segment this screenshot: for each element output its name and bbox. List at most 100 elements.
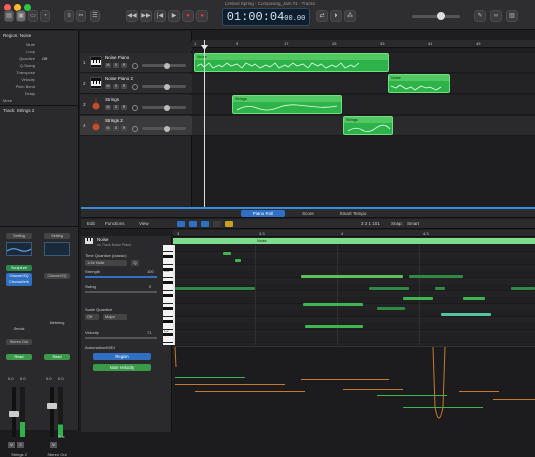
pr-snap-dropdown[interactable]: Smart xyxy=(407,221,419,226)
swing-slider[interactable] xyxy=(85,291,157,293)
inspector-row-delay[interactable]: Delay xyxy=(2,91,77,97)
velocity-value[interactable]: 71 xyxy=(147,330,151,335)
velocity-line[interactable] xyxy=(343,389,403,390)
region-automation-button[interactable]: Region xyxy=(93,353,151,360)
velocity-line[interactable] xyxy=(175,377,245,378)
track-header-strings-2[interactable]: 4 Strings 2 M S R xyxy=(80,116,192,136)
time-quantize-dropdown[interactable]: 1/16 Note xyxy=(85,260,127,266)
pan-knob[interactable] xyxy=(132,126,138,132)
mixer-button[interactable]: ≡ xyxy=(64,10,74,22)
inspector-row-quantize[interactable]: Quantize Off xyxy=(2,56,77,62)
record-enable-button[interactable]: R xyxy=(121,84,127,89)
playhead[interactable] xyxy=(173,245,175,345)
editors-button[interactable]: ✂ xyxy=(76,10,86,22)
eq-thumbnail-left[interactable] xyxy=(6,242,32,256)
volume-slider-knob[interactable] xyxy=(164,104,170,111)
midi-note[interactable] xyxy=(175,287,255,290)
volume-slider-knob[interactable] xyxy=(164,83,170,90)
track-header-noise-piano[interactable]: 1 Noise Piano M S R xyxy=(80,53,192,73)
tab-smart-tempo[interactable]: Smart Tempo xyxy=(331,210,375,217)
output-button-left[interactable]: Stereo Out xyxy=(6,339,32,345)
inspector-row-loop[interactable]: Loop xyxy=(2,49,77,55)
midi-note[interactable] xyxy=(305,325,363,328)
inspector-row-velocity[interactable]: Velocity xyxy=(2,77,77,83)
automation-curve[interactable] xyxy=(429,347,469,432)
midi-note[interactable] xyxy=(369,287,409,290)
automation-mode-left[interactable]: Read xyxy=(6,354,32,360)
volume-readout-right[interactable]: 0.0 xyxy=(46,376,52,381)
list-editors-button[interactable]: ☰ xyxy=(90,10,100,22)
pr-view-menu[interactable]: View xyxy=(139,221,149,226)
pan-knob[interactable] xyxy=(132,63,138,69)
swing-value[interactable]: 0 xyxy=(149,284,151,289)
pan-knob[interactable] xyxy=(132,105,138,111)
metronome-button[interactable]: ⏵ xyxy=(330,10,342,22)
record-button[interactable]: ● xyxy=(182,10,194,22)
quantize-button[interactable]: Q xyxy=(131,260,139,266)
mute-button-right[interactable]: M xyxy=(50,442,57,448)
mute-button[interactable]: M xyxy=(105,84,111,89)
track-header-strings[interactable]: 3 Strings M S R xyxy=(80,95,192,115)
note-grid[interactable] xyxy=(173,245,535,345)
link-button[interactable] xyxy=(201,221,209,227)
solo-button[interactable]: S xyxy=(113,126,119,131)
loop-browser-button[interactable]: ∞ xyxy=(490,10,502,22)
strength-value[interactable]: 100 xyxy=(147,269,154,274)
mute-button[interactable]: M xyxy=(105,105,111,110)
catch-button[interactable] xyxy=(189,221,197,227)
mute-button[interactable]: M xyxy=(105,63,111,68)
instrument-slot-left[interactable]: Sculpture xyxy=(6,265,32,271)
eq-thumbnail-right[interactable] xyxy=(44,242,70,256)
midi-note[interactable] xyxy=(303,303,363,306)
tab-piano-roll[interactable]: Piano Roll xyxy=(241,210,285,217)
pr-region-bar[interactable]: Noise xyxy=(173,238,535,244)
solo-button[interactable]: S xyxy=(113,63,119,68)
note-velocity-dropdown[interactable]: Note Velocity xyxy=(93,364,151,371)
midi-note[interactable] xyxy=(435,287,445,290)
automation-mode-right[interactable]: Read xyxy=(44,354,70,360)
midi-region[interactable]: Noise xyxy=(388,74,450,93)
row-value[interactable]: Off xyxy=(42,56,47,61)
setting-button-left[interactable]: Setting xyxy=(6,233,32,239)
strength-slider[interactable] xyxy=(85,276,157,278)
midi-note[interactable] xyxy=(301,275,403,278)
velocity-line[interactable] xyxy=(493,399,535,400)
notepad-button[interactable]: ✎ xyxy=(474,10,486,22)
master-volume-knob[interactable] xyxy=(437,12,445,20)
forward-button[interactable]: ▶▶ xyxy=(140,10,152,22)
lcd-display[interactable]: 01:00:0400.00 xyxy=(222,8,310,26)
volume-fader-cap-right[interactable] xyxy=(47,403,57,409)
pr-ruler[interactable]: 3 3.3 4 4.3 xyxy=(173,230,535,237)
volume-fader-cap-left[interactable] xyxy=(9,411,19,417)
pointer-tool-button[interactable] xyxy=(213,221,221,227)
midi-note[interactable] xyxy=(235,259,241,262)
solo-button[interactable]: S xyxy=(113,84,119,89)
bounce-button[interactable]: Bnc xyxy=(58,435,65,439)
toolbar-toggle-button[interactable]: ▭ xyxy=(28,10,38,22)
pan-knob[interactable] xyxy=(132,84,138,90)
inspector-row-mute[interactable]: Mute xyxy=(2,42,77,48)
audio-fx-slot-right[interactable]: Channel EQ xyxy=(44,273,70,279)
pencil-tool-button[interactable] xyxy=(225,221,233,227)
midi-note[interactable] xyxy=(441,313,491,316)
inspector-row-transpose[interactable]: Transpose xyxy=(2,70,77,76)
tab-score[interactable]: Score xyxy=(291,210,325,217)
mute-button[interactable]: M xyxy=(105,126,111,131)
setting-button-right[interactable]: Setting xyxy=(44,233,70,239)
pan-readout-right[interactable]: 0.0 xyxy=(58,376,64,381)
rewind-button[interactable]: ◀◀ xyxy=(126,10,138,22)
audio-fx-slot-left[interactable]: Channel EQ ChromaVerb xyxy=(6,273,32,286)
count-in-button[interactable]: ⁂ xyxy=(344,10,356,22)
library-button[interactable]: ▤ xyxy=(4,10,14,22)
record-enable-button[interactable]: R xyxy=(121,105,127,110)
scale-mode-dropdown[interactable]: Major xyxy=(103,314,127,320)
midi-note[interactable] xyxy=(511,287,535,290)
pr-edit-menu[interactable]: Edit xyxy=(87,221,95,226)
volume-slider-knob[interactable] xyxy=(164,62,170,69)
midi-note[interactable] xyxy=(409,275,463,278)
record-enable-button[interactable]: R xyxy=(121,63,127,68)
midi-note[interactable] xyxy=(463,297,485,300)
smart-controls-button[interactable]: ◔ xyxy=(40,10,50,22)
pr-functions-menu[interactable]: Functions xyxy=(105,221,125,226)
solo-button[interactable]: S xyxy=(113,105,119,110)
